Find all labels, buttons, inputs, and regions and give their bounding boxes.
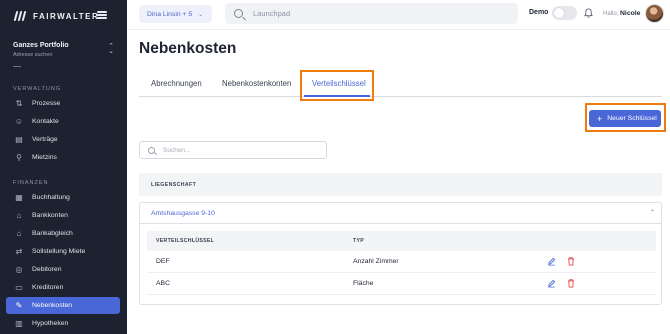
property-name[interactable]: Amtshausgasse 9-10 [151,210,215,217]
portfolio-title: Ganzes Portfolio [13,42,69,49]
table-row: DEF Anzahl Zimmer [147,251,656,273]
sidebar-item-vertraege[interactable]: ▤ Verträge [6,131,120,148]
demo-toggle[interactable] [552,6,577,20]
sidebar-item-label: Debitoren [32,266,62,273]
column-header-key: VERTEILSCHLÜSSEL [156,238,215,244]
user-greeting: Hallo, Nicole [603,10,640,17]
mortgage-icon: ▥ [15,319,23,328]
portfolio-address-search[interactable]: Adresse suchen [13,52,114,58]
sidebar-item-label: Prozesse [32,100,61,107]
portfolio-selector[interactable]: Ganzes Portfolio Adresse suchen ⌃ ⌄ [13,42,114,58]
table-row: ABC Fläche [147,273,656,295]
table-header-row: VERTEILSCHLÜSSEL TYP [147,231,656,251]
bell-icon[interactable] [584,8,593,18]
rent-target-icon: ⇄ [15,247,23,256]
accounting-icon: ▦ [15,193,23,202]
logo-icon [13,10,28,22]
sidebar-item-sollstellung-miete[interactable]: ⇄ Sollstellung Miete [6,243,120,260]
process-icon: ⇅ [15,99,23,108]
key-type: Anzahl Zimmer [353,258,399,265]
sidebar-item-bankkonten[interactable]: ⌂ Bankkonten [6,207,120,224]
property-group: Amtshausgasse 9-10 ⌃ VERTEILSCHLÜSSEL TY… [139,202,662,305]
sidebar-item-buchhaltung[interactable]: ▦ Buchhaltung [6,189,120,206]
divider [13,66,21,67]
section-label-finanzen: FINANZEN [13,180,49,186]
sidebar-item-nebenkosten[interactable]: ✎ Nebenkosten [6,297,120,314]
avatar[interactable] [645,4,664,23]
sidebar-item-label: Buchhaltung [32,194,70,201]
sidebar-item-kreditoren[interactable]: ▭ Kreditoren [6,279,120,296]
section-label-verwaltung: VERWALTUNG [13,86,62,92]
sidebar-item-bankabgleich[interactable]: ⌂ Bankabgleich [6,225,120,242]
table-header: LIEGENSCHAFT [139,173,662,196]
contacts-icon: ☺ [14,117,24,126]
launchpad-search[interactable]: Launchpad [225,3,518,24]
tab-bar: Abrechnungen Nebenkostenkonten Verteilsc… [139,73,662,97]
sidebar-item-label: Bankkonten [32,212,68,219]
distribution-key-table: VERTEILSCHLÜSSEL TYP DEF Anzahl Zimmer A… [147,231,656,295]
demo-label: Demo [529,9,549,16]
search-input[interactable]: Suchen... [139,141,327,159]
menu-toggle-icon[interactable] [97,11,107,19]
user-name: Nicole [620,10,641,17]
sidebar-item-label: Verträge [32,136,58,143]
rent-icon: ⚲ [16,153,22,162]
highlight-box-button [585,103,666,132]
sidebar-item-mietzins[interactable]: ⚲ Mietzins [6,149,120,166]
page-title: Nebenkosten [139,40,237,57]
bank-reconcile-icon: ⌂ [16,229,22,238]
edit-icon[interactable] [547,279,556,288]
sidebar-item-debitoren[interactable]: ◎ Debitoren [6,261,120,278]
sidebar-item-label: Nebenkosten [32,302,73,309]
sidebar-item-label: Hypotheken [32,320,69,327]
sidebar-item-kontakte[interactable]: ☺ Kontakte [6,113,120,130]
user-select-label: Dina Linsin + 5 [147,10,193,18]
chevron-up-icon[interactable]: ⌃ [650,209,655,216]
delete-icon[interactable] [567,257,575,266]
sidebar: FAIRWALTER Ganzes Portfolio Adresse such… [0,0,127,334]
column-header-liegenschaft: LIEGENSCHAFT [151,181,197,188]
column-header-type: TYP [353,238,364,244]
sidebar-item-label: Kreditoren [32,284,64,291]
utility-costs-icon: ✎ [15,301,23,310]
sidebar-item-prozesse[interactable]: ⇅ Prozesse [6,95,120,112]
search-placeholder: Suchen... [163,146,191,154]
sidebar-item-label: Kontakte [32,118,59,125]
key-type: Fläche [353,280,374,287]
topbar: Dina Linsin + 5 ⌄ Launchpad Demo Hallo, … [127,0,670,30]
launchpad-placeholder: Launchpad [253,9,291,18]
brand-name: FAIRWALTER [33,11,100,21]
greeting-text: Hallo, [603,11,619,17]
highlight-box-tab [300,70,374,101]
sidebar-item-label: Mietzins [32,154,57,161]
edit-icon[interactable] [547,257,556,266]
tab-nebenkostenkonten[interactable]: Nebenkostenkonten [222,79,291,88]
key-name: DEF [156,258,170,265]
key-name: ABC [156,280,170,287]
sidebar-item-label: Sollstellung Miete [32,248,86,255]
sidebar-item-hypotheken[interactable]: ▥ Hypotheken [6,315,120,332]
debtors-icon: ◎ [15,265,23,274]
contract-icon: ▤ [15,135,23,144]
bank-icon: ⌂ [16,211,22,220]
chevron-updown-icon: ⌃ ⌄ [108,43,114,55]
tab-abrechnungen[interactable]: Abrechnungen [151,79,202,88]
chevron-down-icon: ⌄ [198,11,204,18]
user-select[interactable]: Dina Linsin + 5 ⌄ [139,5,212,23]
property-group-header[interactable]: Amtshausgasse 9-10 [140,203,661,224]
search-icon [234,9,243,18]
creditors-icon: ▭ [15,283,23,292]
search-icon [148,146,155,154]
delete-icon[interactable] [567,279,575,288]
sidebar-item-label: Bankabgleich [32,230,73,237]
